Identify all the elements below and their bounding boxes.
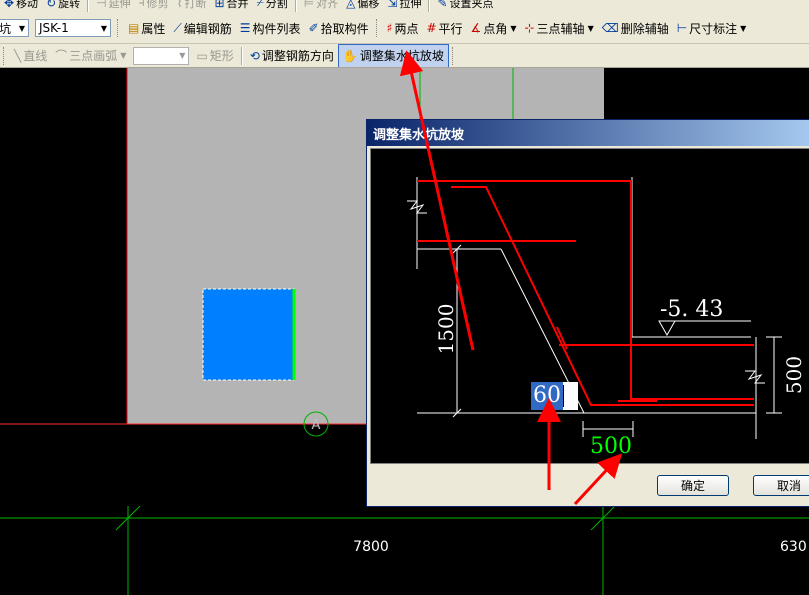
toolbar-separator: [87, 0, 90, 12]
merge-icon: ⊞: [214, 0, 225, 10]
adjust-sump-slope-dialog: 调整集水坑放坡 1500 -5. 43 500 500 60 确定 取消: [366, 119, 809, 507]
offset-button[interactable]: ◬ 偏移: [342, 0, 383, 13]
rebar-direction-icon: ⟲: [249, 48, 260, 63]
right-dimension-label: 500: [782, 356, 806, 394]
dimension-icon: ⊢: [676, 21, 688, 35]
sump-pit-shape[interactable]: [202, 288, 295, 381]
split-icon: ⌿: [256, 0, 264, 9]
toolbar-row-3: ╲ 直线 ⌒ 三点画弧 ▼ ▼ ▭ 矩形 ⟲ 调整钢筋方向 ✋ 调整集水坑放坡: [0, 44, 809, 68]
properties-button[interactable]: ▤ 属性: [124, 17, 169, 39]
pick-component-button[interactable]: ✐ 拾取构件: [305, 17, 373, 39]
dimension-label-7800: 7800: [353, 539, 389, 555]
chevron-down-icon: ▼: [179, 51, 186, 60]
delete-aux-button[interactable]: ⌫ 删除辅轴: [598, 17, 673, 39]
stretch-icon: ⇲: [387, 0, 398, 10]
point-angle-icon: ∡: [470, 21, 482, 35]
offset-icon: ◬: [346, 0, 356, 10]
rebar-outer: [417, 180, 754, 400]
toolbar-row-1: ✥ 移动 ↻ 旋转 ⊣ 延伸 ⫞ 修剪 ⌇ 打断 ⊞ 合并 ⌿ 分割 ⊨ 对齐 ◬ 偏移 ⇲ 拉伸 …: [0, 0, 809, 13]
chevron-down-icon: ▼: [510, 23, 517, 33]
toolbar-separator: [294, 0, 297, 12]
adjust-rebar-direction-button[interactable]: ⟲ 调整钢筋方向: [246, 45, 338, 67]
cancel-button[interactable]: 取消: [753, 475, 809, 496]
component-type-select[interactable]: 坑 ▼: [0, 19, 29, 37]
arc-icon: ⌒: [55, 49, 68, 63]
align-button[interactable]: ⊨ 对齐: [300, 0, 342, 13]
bottom-dimension-label[interactable]: 500: [590, 434, 632, 459]
stretch-button[interactable]: ⇲ 拉伸: [383, 0, 425, 13]
merge-button[interactable]: ⊞ 合并: [210, 0, 252, 13]
rotate-button[interactable]: ↻ 旋转: [42, 0, 84, 13]
chevron-down-icon: ▼: [100, 23, 107, 33]
two-points-icon: ♯: [386, 21, 393, 35]
pick-icon: ✐: [308, 21, 319, 35]
chevron-down-icon: ▼: [740, 23, 747, 33]
component-list-button[interactable]: ☰ 构件列表: [236, 17, 305, 39]
break-icon: ⌇: [176, 0, 183, 10]
rotate-icon: ↻: [46, 0, 57, 10]
trim-icon: ⫞: [138, 0, 145, 9]
split-button[interactable]: ⌿ 分割: [253, 0, 292, 13]
toolbar-separator: [428, 0, 431, 12]
rectangle-button[interactable]: ▭ 矩形: [192, 45, 237, 67]
point-angle-button[interactable]: ∡ 点角 ▼: [467, 17, 521, 39]
edit-rebar-button[interactable]: ⟋ 编辑钢筋: [169, 17, 235, 39]
toolbar-grip: [117, 19, 121, 37]
line-button[interactable]: ╲ 直线: [10, 45, 51, 67]
toolbar-grip: [375, 19, 380, 37]
slope-angle-input[interactable]: 60: [531, 382, 578, 410]
chevron-down-icon: ▼: [587, 23, 594, 33]
trim-button[interactable]: ⫞ 修剪: [135, 0, 173, 13]
grip-icon: ✎: [437, 0, 448, 10]
elevation-triangle-icon: [658, 320, 676, 337]
toolbar-row-2: 坑 ▼ JSK-1 ▼ ▤ 属性 ⟋ 编辑钢筋 ☰ 构件列表 ✐ 拾取构件 ♯ 两点 # 平行 …: [0, 13, 809, 44]
rebar-icon: ⟋: [173, 20, 182, 35]
move-button[interactable]: ✥ 移动: [0, 0, 42, 13]
hand-icon: ✋: [342, 48, 358, 63]
component-name-select[interactable]: JSK-1 ▼: [35, 19, 111, 37]
dimension-label-630: 630: [780, 539, 807, 555]
section-diagram: 1500 -5. 43 500 500: [407, 177, 806, 459]
dialog-title-bar[interactable]: 调整集水坑放坡: [367, 120, 809, 146]
properties-icon: ▤: [128, 21, 140, 35]
rectangle-icon: ▭: [196, 48, 208, 63]
elevation-label: -5. 43: [660, 297, 723, 322]
arc-option-select[interactable]: ▼: [133, 46, 190, 65]
three-point-aux-button[interactable]: ⊹ 三点辅轴 ▼: [520, 17, 597, 39]
move-icon: ✥: [4, 0, 15, 10]
three-point-aux-icon: ⊹: [524, 21, 535, 35]
chevron-down-icon: ▼: [18, 23, 25, 33]
three-point-arc-button[interactable]: ⌒ 三点画弧 ▼: [51, 45, 130, 67]
rebar-slope: [451, 186, 754, 406]
list-icon: ☰: [239, 21, 251, 35]
line-icon: ╲: [14, 48, 22, 63]
toolbar-grip: [451, 46, 456, 65]
break-symbol-right: [745, 370, 765, 384]
depth-dimension-label: 1500: [434, 304, 458, 355]
parallel-icon: #: [426, 21, 437, 35]
align-icon: ⊨: [303, 0, 315, 10]
parallel-button[interactable]: # 平行: [422, 17, 466, 39]
adjust-sump-slope-button[interactable]: ✋ 调整集水坑放坡: [337, 44, 449, 67]
two-points-button[interactable]: ♯ 两点: [383, 17, 423, 39]
slope-section-drawing: 1500 -5. 43 500 500 60: [370, 148, 809, 464]
dimension-button[interactable]: ⊢ 尺寸标注 ▼: [673, 17, 751, 39]
break-button[interactable]: ⌇ 打断: [173, 0, 211, 13]
set-grip-button[interactable]: ✎ 设置夹点: [433, 0, 497, 13]
delete-aux-icon: ⌫: [601, 21, 619, 35]
toolbar-separator: [240, 46, 243, 65]
extend-button[interactable]: ⊣ 延伸: [92, 0, 134, 13]
dialog-title: 调整集水坑放坡: [373, 127, 465, 143]
ok-button[interactable]: 确定: [657, 475, 729, 496]
axis-label: A: [312, 418, 321, 433]
chevron-down-icon: ▼: [120, 51, 127, 60]
toolbar-grip: [3, 46, 7, 65]
extend-icon: ⊣: [96, 0, 107, 10]
slope-angle-value: 60: [531, 382, 563, 410]
text-caret: [563, 385, 564, 407]
